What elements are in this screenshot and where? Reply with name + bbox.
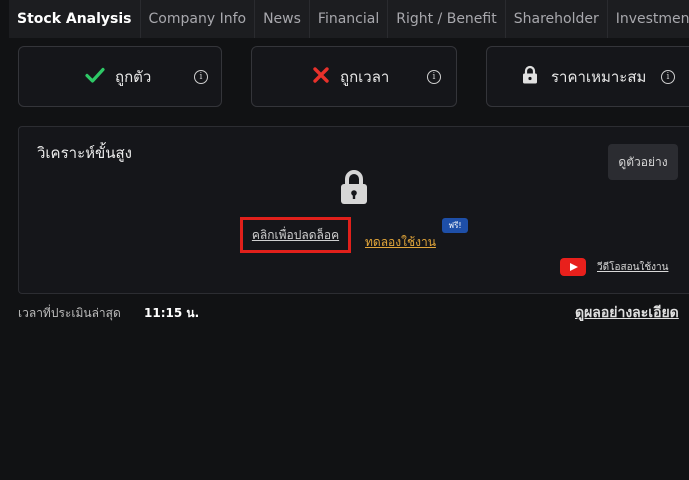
tutorial-video-link[interactable]: วีดีโอสอนใช้งาน — [597, 260, 668, 275]
card-right-time[interactable]: ถูกเวลา i — [251, 46, 457, 107]
card-label-right-stock: ถูกตัว — [115, 67, 152, 86]
lock-icon — [339, 169, 369, 209]
youtube-icon[interactable] — [560, 258, 586, 276]
advanced-analysis-panel: วิเคราะห์ขั้นสูง ดูตัวอย่าง คลิกเพื่อปลด… — [18, 126, 689, 294]
info-icon[interactable]: i — [427, 69, 441, 84]
view-example-button[interactable]: ดูตัวอย่าง — [608, 144, 678, 180]
tab-bar: Stock Analysis Company Info News Financi… — [9, 0, 689, 38]
last-evaluated-time: 11:15 น. — [144, 306, 200, 320]
tab-right-benefit[interactable]: Right / Benefit — [387, 0, 505, 38]
tab-stock-analysis[interactable]: Stock Analysis — [9, 0, 140, 38]
free-badge: ฟรี! — [442, 218, 468, 233]
check-icon — [85, 67, 105, 87]
free-trial-link[interactable]: ทดลองใช้งาน — [365, 233, 436, 252]
info-icon[interactable]: i — [661, 69, 675, 84]
stock-analysis-screen: Stock Analysis Company Info News Financi… — [0, 0, 689, 480]
info-icon[interactable]: i — [194, 69, 208, 84]
tab-financial[interactable]: Financial — [308, 0, 387, 38]
unlock-link-label: คลิกเพื่อปลดล็อค — [251, 228, 340, 242]
tab-shareholder[interactable]: Shareholder — [504, 0, 607, 38]
card-label-right-time: ถูกเวลา — [340, 67, 390, 86]
card-right-stock[interactable]: ถูกตัว i — [18, 46, 222, 107]
card-fair-price[interactable]: ราคาเหมาะสม i — [486, 46, 689, 107]
card-label-fair-price: ราคาเหมาะสม — [551, 67, 647, 86]
unlock-link[interactable]: คลิกเพื่อปลดล็อค — [240, 217, 351, 253]
lock-icon — [522, 65, 538, 88]
view-details-link[interactable]: ดูผลอย่างละเอียด — [575, 302, 679, 324]
close-icon — [312, 66, 330, 88]
last-evaluated-label: เวลาที่ประเมินล่าสุด — [18, 306, 121, 320]
tab-investment[interactable]: Investment — [606, 0, 689, 38]
panel-title: วิเคราะห์ขั้นสูง — [37, 144, 132, 162]
tab-news[interactable]: News — [254, 0, 309, 38]
tab-company-info[interactable]: Company Info — [139, 0, 255, 38]
